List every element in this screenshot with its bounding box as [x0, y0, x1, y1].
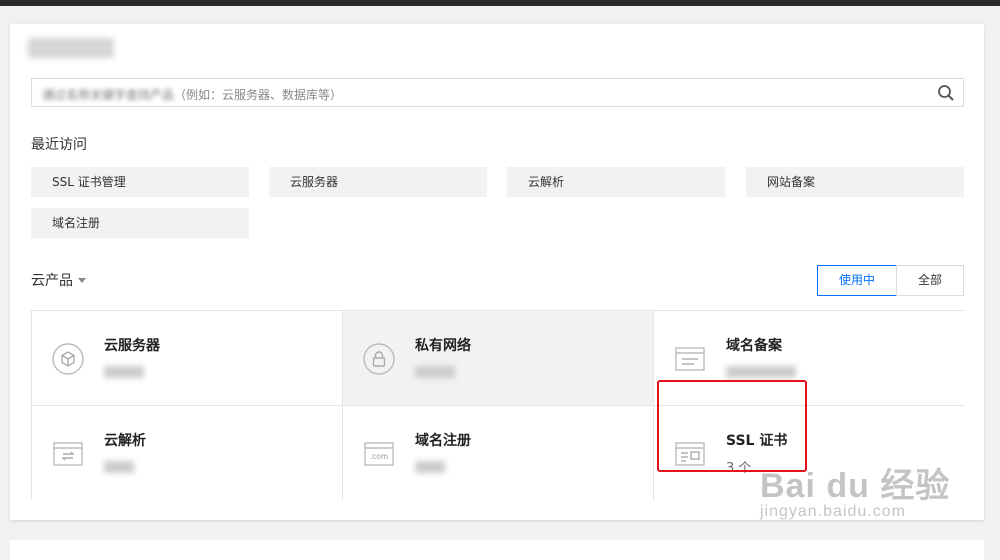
- search-icon[interactable]: [937, 84, 955, 102]
- product-card-cvm[interactable]: 云服务器: [32, 311, 343, 406]
- product-name: 云服务器: [104, 338, 160, 354]
- recent-item-ssl[interactable]: SSL 证书管理: [31, 167, 249, 197]
- filter-all-button[interactable]: 全部: [896, 265, 964, 296]
- search-placeholder-prefix: 通过名称关键字查找产品: [42, 88, 175, 102]
- document-icon: [675, 347, 705, 371]
- secondary-panel: [10, 540, 984, 560]
- product-meta-blurred: [104, 461, 134, 473]
- search-input[interactable]: 通过名称关键字查找产品（例如：云服务器、数据库等）: [31, 78, 964, 107]
- product-meta-blurred: [104, 366, 144, 378]
- domain-com-icon: .com: [364, 442, 394, 466]
- main-panel: 通过名称关键字查找产品（例如：云服务器、数据库等） 最近访问 SSL 证书管理 …: [10, 24, 984, 520]
- product-name: 域名备案: [726, 338, 782, 354]
- search-placeholder-example: （例如：云服务器、数据库等）: [174, 88, 343, 102]
- cube-icon: [52, 343, 84, 375]
- product-card-vpc[interactable]: 私有网络: [343, 311, 654, 406]
- product-meta-blurred: [415, 461, 445, 473]
- lock-icon: [363, 343, 395, 375]
- product-meta-blurred: [726, 366, 796, 378]
- svg-text:.com: .com: [370, 452, 388, 461]
- product-card-dns[interactable]: 云解析: [32, 406, 343, 501]
- product-name: 私有网络: [415, 338, 471, 354]
- recent-item-domain[interactable]: 域名注册: [31, 208, 249, 238]
- product-name: 域名注册: [415, 433, 471, 449]
- filter-in-use-button[interactable]: 使用中: [817, 265, 897, 296]
- recent-item-dns[interactable]: 云解析: [507, 167, 725, 197]
- product-card-domain[interactable]: .com 域名注册: [343, 406, 654, 501]
- dns-swap-icon: [53, 442, 83, 466]
- product-meta-blurred: [415, 366, 455, 378]
- caret-down-icon: [78, 277, 86, 283]
- watermark-logo-text: Bai du 经验: [760, 467, 951, 505]
- recent-item-cvm[interactable]: 云服务器: [269, 167, 487, 197]
- blurred-page-title: [28, 38, 114, 58]
- recent-visits-label: 最近访问: [31, 137, 87, 153]
- top-bar: [0, 0, 1000, 6]
- search-placeholder: 通过名称关键字查找产品（例如：云服务器、数据库等）: [42, 86, 342, 103]
- product-name: 云解析: [104, 433, 146, 449]
- cloud-products-label: 云产品: [31, 273, 73, 289]
- recent-item-icp[interactable]: 网站备案: [746, 167, 964, 197]
- baidu-watermark: Bai du 经验 jingyan.baidu.com: [760, 458, 980, 538]
- cloud-products-dropdown[interactable]: 云产品: [31, 270, 86, 290]
